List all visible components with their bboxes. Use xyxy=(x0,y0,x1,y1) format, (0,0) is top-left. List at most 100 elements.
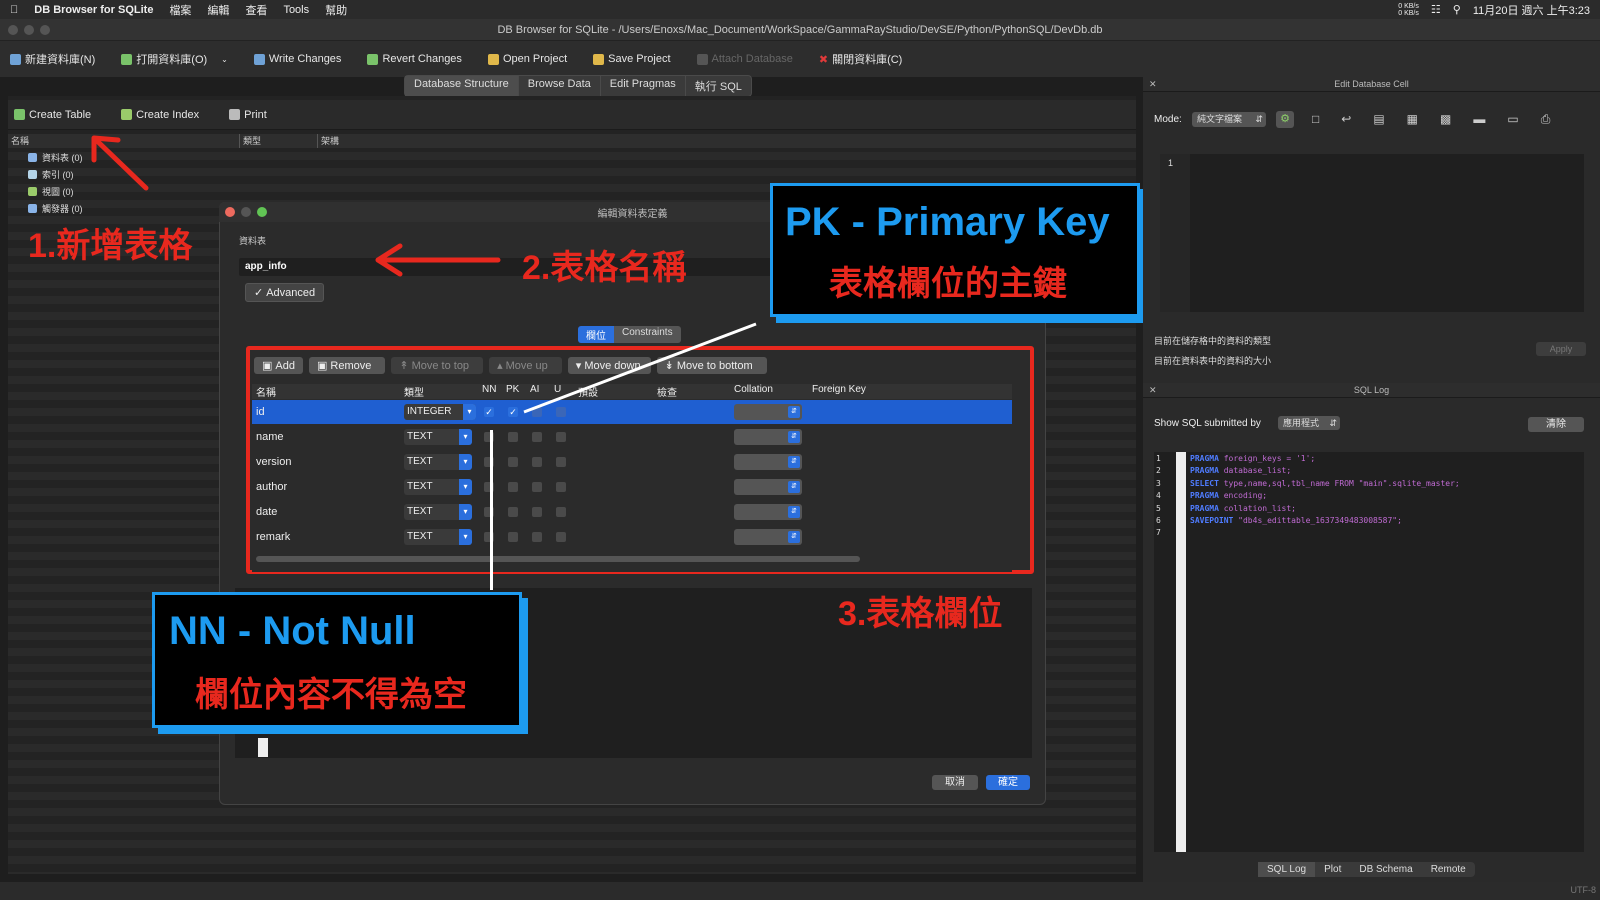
header-type[interactable]: 類型 xyxy=(240,134,318,148)
new-database-button[interactable]: 新建資料庫(N) xyxy=(10,51,95,67)
sql-source-select[interactable]: 應用程式 ⇵ xyxy=(1278,416,1340,430)
u-checkbox[interactable] xyxy=(556,532,566,542)
create-table-button[interactable]: Create Table xyxy=(14,109,91,121)
field-name[interactable]: author xyxy=(256,481,287,493)
table-name-input[interactable]: app_info xyxy=(239,258,779,276)
field-type-select[interactable]: TEXT ▾ xyxy=(404,479,472,495)
collation-select[interactable]: ⇵ xyxy=(734,529,802,545)
nn-checkbox[interactable]: ✓ xyxy=(484,407,494,417)
pk-checkbox[interactable] xyxy=(508,432,518,442)
window-minimize-button[interactable] xyxy=(24,25,34,35)
field-row[interactable]: author TEXT ▾ ⇵ xyxy=(252,475,1012,499)
collation-select[interactable]: ⇵ xyxy=(734,454,802,470)
field-type-select[interactable]: TEXT ▾ xyxy=(404,529,472,545)
ai-checkbox[interactable] xyxy=(532,507,542,517)
tab-edit-pragmas[interactable]: Edit Pragmas xyxy=(601,76,686,96)
cancel-button[interactable]: 取消 xyxy=(932,775,978,790)
save-project-button[interactable]: Save Project xyxy=(593,53,671,65)
wifi-icon[interactable]: ☷ xyxy=(1431,3,1441,16)
u-checkbox[interactable] xyxy=(556,482,566,492)
header-pk[interactable]: PK xyxy=(506,384,519,395)
tab-execute-sql[interactable]: 執行 SQL xyxy=(686,76,751,96)
pk-checkbox[interactable] xyxy=(508,507,518,517)
open-project-button[interactable]: Open Project xyxy=(487,53,567,65)
ok-button[interactable]: 確定 xyxy=(986,775,1030,790)
u-checkbox[interactable] xyxy=(556,432,566,442)
document-icon[interactable]: □ xyxy=(1312,112,1319,127)
header-nn[interactable]: NN xyxy=(482,384,496,395)
close-icon[interactable]: ✕ xyxy=(1149,79,1157,90)
apply-button[interactable]: Apply xyxy=(1536,342,1586,356)
import-icon[interactable]: ▤ xyxy=(1373,112,1384,127)
tab-sql-log[interactable]: SQL Log xyxy=(1258,862,1316,877)
ai-checkbox[interactable] xyxy=(532,532,542,542)
remove-field-button[interactable]: ▣ Remove xyxy=(308,357,386,374)
field-name[interactable]: version xyxy=(256,456,291,468)
u-checkbox[interactable] xyxy=(556,507,566,517)
menu-view[interactable]: 查看 xyxy=(245,2,267,18)
write-changes-button[interactable]: Write Changes xyxy=(253,53,341,65)
header-schema[interactable]: 架構 xyxy=(318,134,1118,148)
menu-help[interactable]: 幫助 xyxy=(325,2,347,18)
clock[interactable]: 11月20日 週六 上午3:23 xyxy=(1473,2,1590,18)
export-icon[interactable]: ▦ xyxy=(1407,112,1418,127)
menu-tools[interactable]: Tools xyxy=(283,4,309,16)
mode-select[interactable]: 純文字檔案 ⇵ xyxy=(1192,112,1266,127)
field-name[interactable]: remark xyxy=(256,531,290,543)
field-type-select[interactable]: TEXT ▾ xyxy=(404,429,472,445)
move-to-top-button[interactable]: ↟ Move to top xyxy=(391,357,484,374)
fields-horizontal-scrollbar[interactable] xyxy=(256,556,860,562)
tab-plot[interactable]: Plot xyxy=(1315,862,1350,877)
auto-format-icon[interactable]: ⚙ xyxy=(1276,111,1294,128)
field-row[interactable]: name TEXT ▾ ⇵ xyxy=(252,425,1012,449)
tab-remote[interactable]: Remote xyxy=(1422,862,1475,877)
field-name[interactable]: name xyxy=(256,431,284,443)
dialog-close-button[interactable] xyxy=(225,207,235,217)
field-name[interactable]: date xyxy=(256,506,277,518)
field-row[interactable]: date TEXT ▾ ⇵ xyxy=(252,500,1012,524)
field-type-select[interactable]: TEXT ▾ xyxy=(404,504,472,520)
tree-tables[interactable]: 資料表 (0) xyxy=(28,151,83,164)
tree-triggers[interactable]: 觸發器 (0) xyxy=(28,202,83,215)
attach-database-button[interactable]: Attach Database xyxy=(696,53,793,65)
chevron-down-icon[interactable]: ⌄ xyxy=(221,55,228,64)
window-close-button[interactable] xyxy=(8,25,18,35)
advanced-toggle[interactable]: ✓ Advanced xyxy=(245,283,325,302)
ai-checkbox[interactable] xyxy=(532,457,542,467)
null-icon[interactable]: ▬ xyxy=(1473,112,1485,127)
pk-checkbox[interactable] xyxy=(508,482,518,492)
tab-browse-data[interactable]: Browse Data xyxy=(519,76,601,96)
menu-edit[interactable]: 編輯 xyxy=(207,2,229,18)
pk-checkbox[interactable] xyxy=(508,532,518,542)
u-checkbox[interactable] xyxy=(556,457,566,467)
binary-icon[interactable]: ▭ xyxy=(1507,112,1518,127)
field-type-select[interactable]: TEXT ▾ xyxy=(404,454,472,470)
window-zoom-button[interactable] xyxy=(40,25,50,35)
print-button[interactable]: Print xyxy=(229,109,267,121)
dialog-zoom-button[interactable] xyxy=(257,207,267,217)
header-field-name[interactable]: 名稱 xyxy=(256,384,276,399)
close-database-button[interactable]: ✖ 關閉資料庫(C) xyxy=(819,51,903,67)
header-field-type[interactable]: 類型 xyxy=(404,384,424,399)
collation-select[interactable]: ⇵ xyxy=(734,504,802,520)
dialog-minimize-button[interactable] xyxy=(241,207,251,217)
tree-views[interactable]: 視圖 (0) xyxy=(28,185,83,198)
search-icon[interactable]: ⚲ xyxy=(1453,3,1461,16)
pk-checkbox[interactable] xyxy=(508,457,518,467)
collation-select[interactable]: ⇵ xyxy=(734,479,802,495)
menu-file[interactable]: 檔案 xyxy=(169,2,191,18)
add-field-button[interactable]: ▣ Add xyxy=(254,357,303,374)
close-icon[interactable]: ✕ xyxy=(1149,385,1157,396)
collation-select[interactable]: ⇵ xyxy=(734,429,802,445)
pk-checkbox[interactable]: ✓ xyxy=(508,407,518,417)
ai-checkbox[interactable] xyxy=(532,432,542,442)
tree-indices[interactable]: 索引 (0) xyxy=(28,168,83,181)
printer-icon[interactable]: ⎙ xyxy=(1541,112,1551,127)
create-index-button[interactable]: Create Index xyxy=(121,109,199,121)
field-row[interactable]: version TEXT ▾ ⇵ xyxy=(252,450,1012,474)
tab-db-schema[interactable]: DB Schema xyxy=(1350,862,1421,877)
open-database-button[interactable]: 打開資料庫(O) ⌄ xyxy=(121,51,228,67)
menu-app-name[interactable]: DB Browser for SQLite xyxy=(34,4,153,16)
tab-database-structure[interactable]: Database Structure xyxy=(405,76,519,96)
revert-changes-button[interactable]: Revert Changes xyxy=(367,53,462,65)
